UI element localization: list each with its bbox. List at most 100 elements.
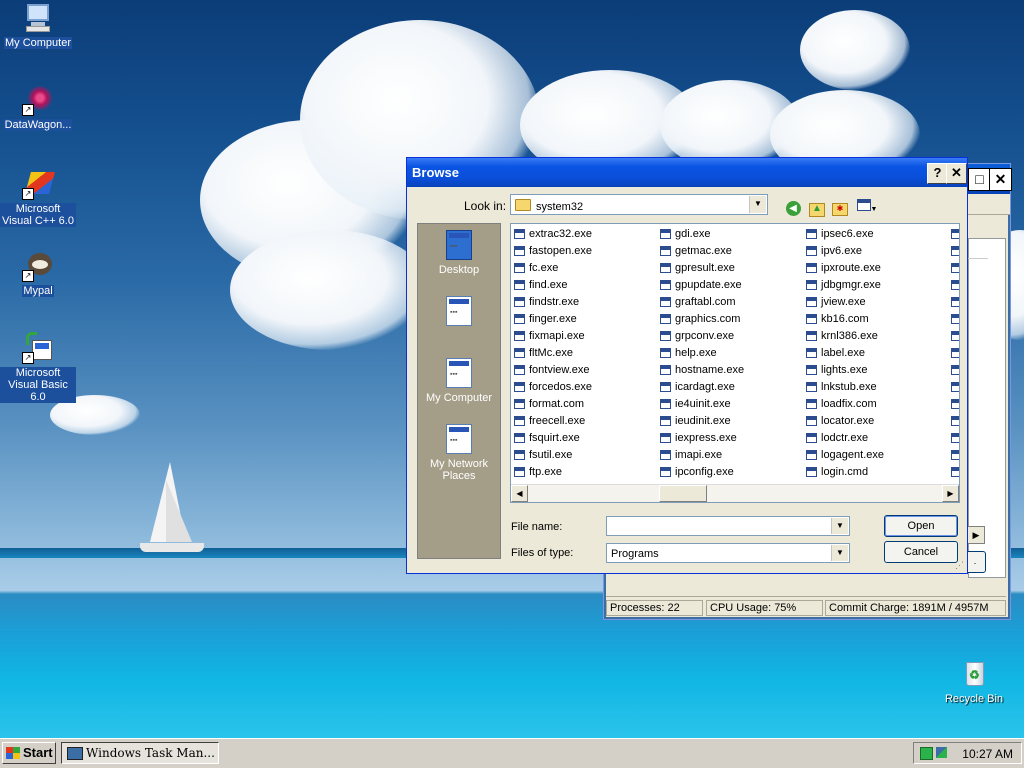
file-item[interactable]: fontview.exe <box>514 362 592 379</box>
file-item[interactable]: ieudinit.exe <box>660 413 744 430</box>
network-icon[interactable] <box>936 747 947 758</box>
file-item[interactable]: fastopen.exe <box>514 243 592 260</box>
file-item[interactable]: finger.exe <box>514 311 592 328</box>
file-column-partial <box>951 226 959 481</box>
file-name: extrac32.exe <box>529 228 592 240</box>
file-item[interactable]: help.exe <box>660 345 744 362</box>
file-item[interactable]: krnl386.exe <box>806 328 884 345</box>
file-item[interactable]: lodctr.exe <box>806 430 884 447</box>
start-button[interactable]: Start <box>2 742 56 764</box>
file-item[interactable]: findstr.exe <box>514 294 592 311</box>
file-item[interactable]: fc.exe <box>514 260 592 277</box>
cancel-button[interactable]: Cancel <box>884 541 958 563</box>
file-item[interactable]: fsutil.exe <box>514 447 592 464</box>
file-item[interactable]: format.com <box>514 396 592 413</box>
scroll-thumb[interactable] <box>659 485 707 502</box>
maximize-button[interactable]: □ <box>968 168 991 191</box>
file-item[interactable]: find.exe <box>514 277 592 294</box>
help-button[interactable]: ? <box>927 163 948 184</box>
executable-file-icon <box>514 433 525 443</box>
new-folder-button[interactable]: ✱ <box>830 196 850 216</box>
file-name: imapi.exe <box>675 449 723 461</box>
file-item[interactable]: label.exe <box>806 345 884 362</box>
browse-titlebar[interactable]: Browse ? ✕ <box>407 158 967 187</box>
scroll-right-button[interactable]: ▶ <box>967 526 985 544</box>
file-item[interactable]: lights.exe <box>806 362 884 379</box>
place-desktop[interactable]: Desktop <box>418 230 500 276</box>
file-item[interactable]: lnkstub.exe <box>806 379 884 396</box>
horizontal-scrollbar[interactable]: ◀ ▶ <box>511 484 959 502</box>
file-item[interactable]: login.cmd <box>806 464 884 481</box>
tray-status-icon[interactable] <box>920 747 933 760</box>
file-item[interactable]: getmac.exe <box>660 243 744 260</box>
task-manager-statusbar: Processes: 22 CPU Usage: 75% Commit Char… <box>606 596 1006 617</box>
file-list[interactable]: extrac32.exe fastopen.exe fc.exe find.exe fi… <box>510 223 960 503</box>
view-menu-button[interactable]: ▼ <box>854 196 880 216</box>
resize-grip-icon[interactable]: ⋰ <box>955 561 965 571</box>
open-button[interactable]: Open <box>884 515 958 537</box>
file-item[interactable]: forcedos.exe <box>514 379 592 396</box>
file-item[interactable]: jdbgmgr.exe <box>806 277 884 294</box>
chevron-down-icon[interactable]: ▼ <box>831 545 848 561</box>
file-name: fastopen.exe <box>529 245 592 257</box>
file-item[interactable]: locator.exe <box>806 413 884 430</box>
file-item[interactable]: ftp.exe <box>514 464 592 481</box>
executable-file-icon <box>660 246 671 256</box>
file-item[interactable]: freecell.exe <box>514 413 592 430</box>
file-name: find.exe <box>529 279 568 291</box>
files-of-type-combo[interactable]: Programs ▼ <box>606 543 850 563</box>
file-item[interactable]: iexpress.exe <box>660 430 744 447</box>
scroll-left-button[interactable]: ◀ <box>511 485 528 502</box>
place-my-network-places[interactable]: My Network Places <box>418 424 500 482</box>
close-button[interactable]: ✕ <box>989 168 1012 191</box>
desktop-icon-mypal[interactable]: ↗ Mypal <box>0 250 76 297</box>
desktop-icon-visual-basic[interactable]: ↗ Microsoft Visual Basic 6.0 <box>0 332 76 403</box>
file-item[interactable]: imapi.exe <box>660 447 744 464</box>
visual-basic-icon: ↗ <box>22 332 54 364</box>
file-item[interactable]: graphics.com <box>660 311 744 328</box>
file-item[interactable]: jview.exe <box>806 294 884 311</box>
file-item[interactable]: hostname.exe <box>660 362 744 379</box>
place-my-computer[interactable]: My Computer <box>418 358 500 404</box>
taskbar-task-manager-button[interactable]: Windows Task Man... <box>61 742 219 764</box>
file-item[interactable]: fixmapi.exe <box>514 328 592 345</box>
back-button[interactable]: ◀ <box>783 196 803 216</box>
browse-dialog[interactable]: Browse ? ✕ Look in: system32 ▼ ◀ ▲ ✱ ▼ D… <box>406 157 968 574</box>
file-item[interactable]: kb16.com <box>806 311 884 328</box>
chevron-down-icon[interactable]: ▼ <box>831 518 848 534</box>
file-item[interactable]: gpresult.exe <box>660 260 744 277</box>
file-name: login.cmd <box>821 466 869 478</box>
file-item[interactable]: gpupdate.exe <box>660 277 744 294</box>
file-item[interactable]: loadfix.com <box>806 396 884 413</box>
file-item[interactable]: grpconv.exe <box>660 328 744 345</box>
file-item[interactable]: ipconfig.exe <box>660 464 744 481</box>
file-item[interactable]: extrac32.exe <box>514 226 592 243</box>
clock[interactable]: 10:27 AM <box>962 747 1013 761</box>
chevron-down-icon[interactable]: ▼ <box>749 196 766 213</box>
up-folder-button[interactable]: ▲ <box>807 196 827 217</box>
file-item[interactable]: logagent.exe <box>806 447 884 464</box>
file-item[interactable]: fsquirt.exe <box>514 430 592 447</box>
executable-file-icon <box>806 433 817 443</box>
file-item[interactable]: ipxroute.exe <box>806 260 884 277</box>
place-my-documents[interactable] <box>418 296 500 330</box>
desktop-icon-datawagon[interactable]: ↗ DataWagon... <box>0 84 76 131</box>
file-item[interactable]: gdi.exe <box>660 226 744 243</box>
look-in-combo[interactable]: system32 ▼ <box>510 194 768 215</box>
desktop-icon-recycle-bin[interactable]: ♻ Recycle Bin <box>936 658 1012 705</box>
scroll-right-button[interactable]: ▶ <box>942 485 959 502</box>
file-item[interactable]: fltMc.exe <box>514 345 592 362</box>
file-item[interactable]: graftabl.com <box>660 294 744 311</box>
file-name: jview.exe <box>821 296 866 308</box>
sailboat-hull <box>140 543 204 552</box>
file-item[interactable]: ipsec6.exe <box>806 226 884 243</box>
desktop-icon-visual-cpp[interactable]: ↗ Microsoft Visual C++ 6.0 <box>0 168 76 227</box>
file-item[interactable]: icardagt.exe <box>660 379 744 396</box>
file-name-combo[interactable]: ▼ <box>606 516 850 536</box>
file-item[interactable]: ipv6.exe <box>806 243 884 260</box>
desktop-icon-my-computer[interactable]: My Computer <box>0 2 76 49</box>
file-item[interactable]: ie4uinit.exe <box>660 396 744 413</box>
executable-file-icon <box>660 263 671 273</box>
file-icon <box>951 450 959 460</box>
close-button[interactable]: ✕ <box>946 163 967 184</box>
